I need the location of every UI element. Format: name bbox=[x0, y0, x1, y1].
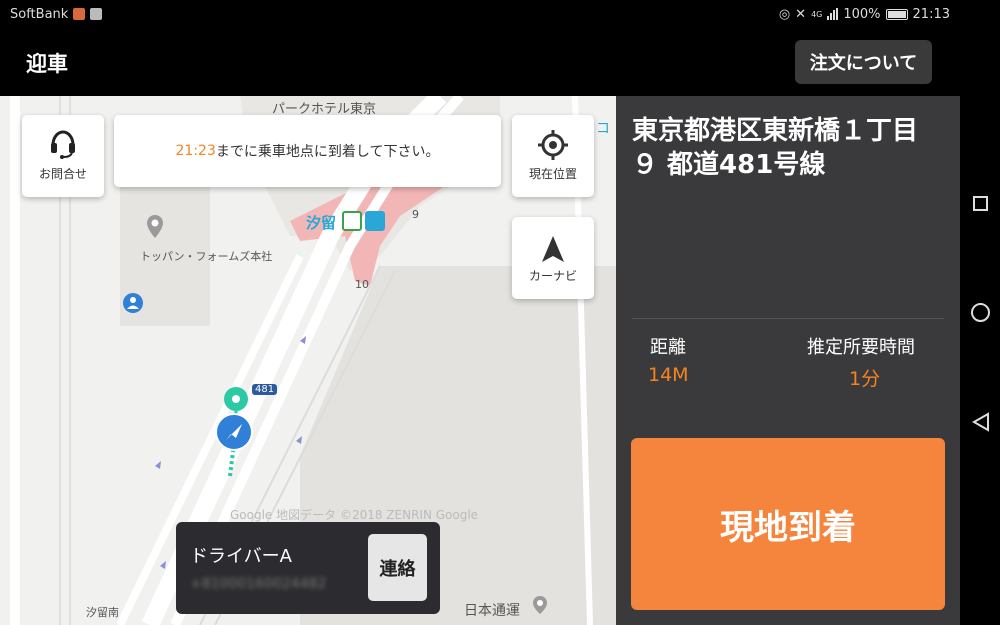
map-label-edge: コ bbox=[596, 121, 610, 137]
poi-pin-icon bbox=[147, 215, 163, 238]
current-location-label: 現在位置 bbox=[528, 167, 577, 181]
home-icon[interactable] bbox=[971, 303, 990, 322]
map-label-station: 汐留 bbox=[306, 214, 337, 232]
distance-value: 14M bbox=[648, 364, 689, 386]
contact-support-button[interactable]: お問合せ bbox=[22, 115, 104, 197]
road-number-481: 481 bbox=[252, 384, 278, 395]
mail-icon bbox=[90, 8, 103, 20]
arrived-button[interactable]: 現地到着 bbox=[631, 438, 945, 610]
map-label-block-9: 9 bbox=[412, 208, 419, 221]
info-panel: 東京都港区東新橋１丁目９ 都道481号線 距離 14M 推定所要時間 1分 現地… bbox=[616, 96, 960, 625]
driver-phone: +81000160024482 bbox=[190, 576, 327, 592]
arrival-deadline-notice: 21:23 までに乗車地点に到着して下さい。 bbox=[114, 115, 501, 187]
person-poi-icon bbox=[123, 293, 143, 313]
driver-name: ドライバーA bbox=[190, 546, 292, 567]
driver-card: ドライバーA +81000160024482 連絡 bbox=[176, 522, 440, 614]
back-icon[interactable] bbox=[972, 412, 990, 432]
location-status-icon: ◎ bbox=[778, 6, 791, 22]
station-badge-green bbox=[342, 211, 362, 231]
page-title: 迎車 bbox=[26, 52, 68, 76]
signal-icon bbox=[827, 8, 839, 20]
map-label-block-10: 10 bbox=[355, 278, 369, 291]
mute-icon: ✕ bbox=[795, 6, 807, 22]
map-label-toppan: トッパン・フォームズ本社 bbox=[140, 250, 273, 263]
pickup-address: 東京都港区東新橋１丁目９ 都道481号線 bbox=[632, 116, 919, 180]
navigation-arrow-icon bbox=[542, 236, 564, 262]
panel-divider bbox=[632, 318, 944, 319]
crosshair-icon bbox=[538, 130, 568, 160]
deadline-time: 21:23 bbox=[175, 143, 216, 159]
network-type: 4G bbox=[811, 9, 823, 19]
station-badge-blue bbox=[365, 211, 385, 231]
carrier-label: SoftBank bbox=[10, 6, 69, 22]
order-info-button[interactable]: 注文について bbox=[795, 40, 932, 84]
status-bar: SoftBank ◎ ✕ 4G 100% 21:13 bbox=[0, 0, 960, 28]
current-position-icon bbox=[215, 413, 253, 451]
system-nav-bar bbox=[960, 0, 1000, 625]
map-watermark: Google 地図データ ©2018 ZENRIN Google bbox=[230, 508, 479, 522]
contact-support-label: お問合せ bbox=[38, 167, 87, 181]
notification-icon bbox=[73, 8, 86, 20]
battery-percent: 100% bbox=[843, 6, 881, 22]
car-navigation-label: カーナビ bbox=[528, 269, 577, 283]
eta-label: 推定所要時間 bbox=[807, 337, 915, 358]
eta-value: 1分 bbox=[849, 368, 881, 390]
battery-icon bbox=[885, 8, 908, 20]
nittsu-pin-icon bbox=[533, 596, 547, 614]
distance-label: 距離 bbox=[650, 337, 686, 358]
headset-icon bbox=[51, 130, 75, 159]
clock: 21:13 bbox=[912, 6, 950, 22]
recent-apps-icon[interactable] bbox=[973, 196, 988, 211]
contact-driver-button[interactable]: 連絡 bbox=[368, 534, 427, 601]
deadline-text: までに乗車地点に到着して下さい。 bbox=[215, 144, 440, 160]
map-label-nittsu: 日本通運 bbox=[464, 603, 520, 619]
app-bar: 迎車 注文について bbox=[0, 28, 960, 96]
car-navigation-button[interactable]: カーナビ bbox=[512, 217, 594, 299]
current-location-button[interactable]: 現在位置 bbox=[512, 115, 594, 197]
map-label-shiodome-minami: 汐留南 bbox=[86, 606, 119, 619]
